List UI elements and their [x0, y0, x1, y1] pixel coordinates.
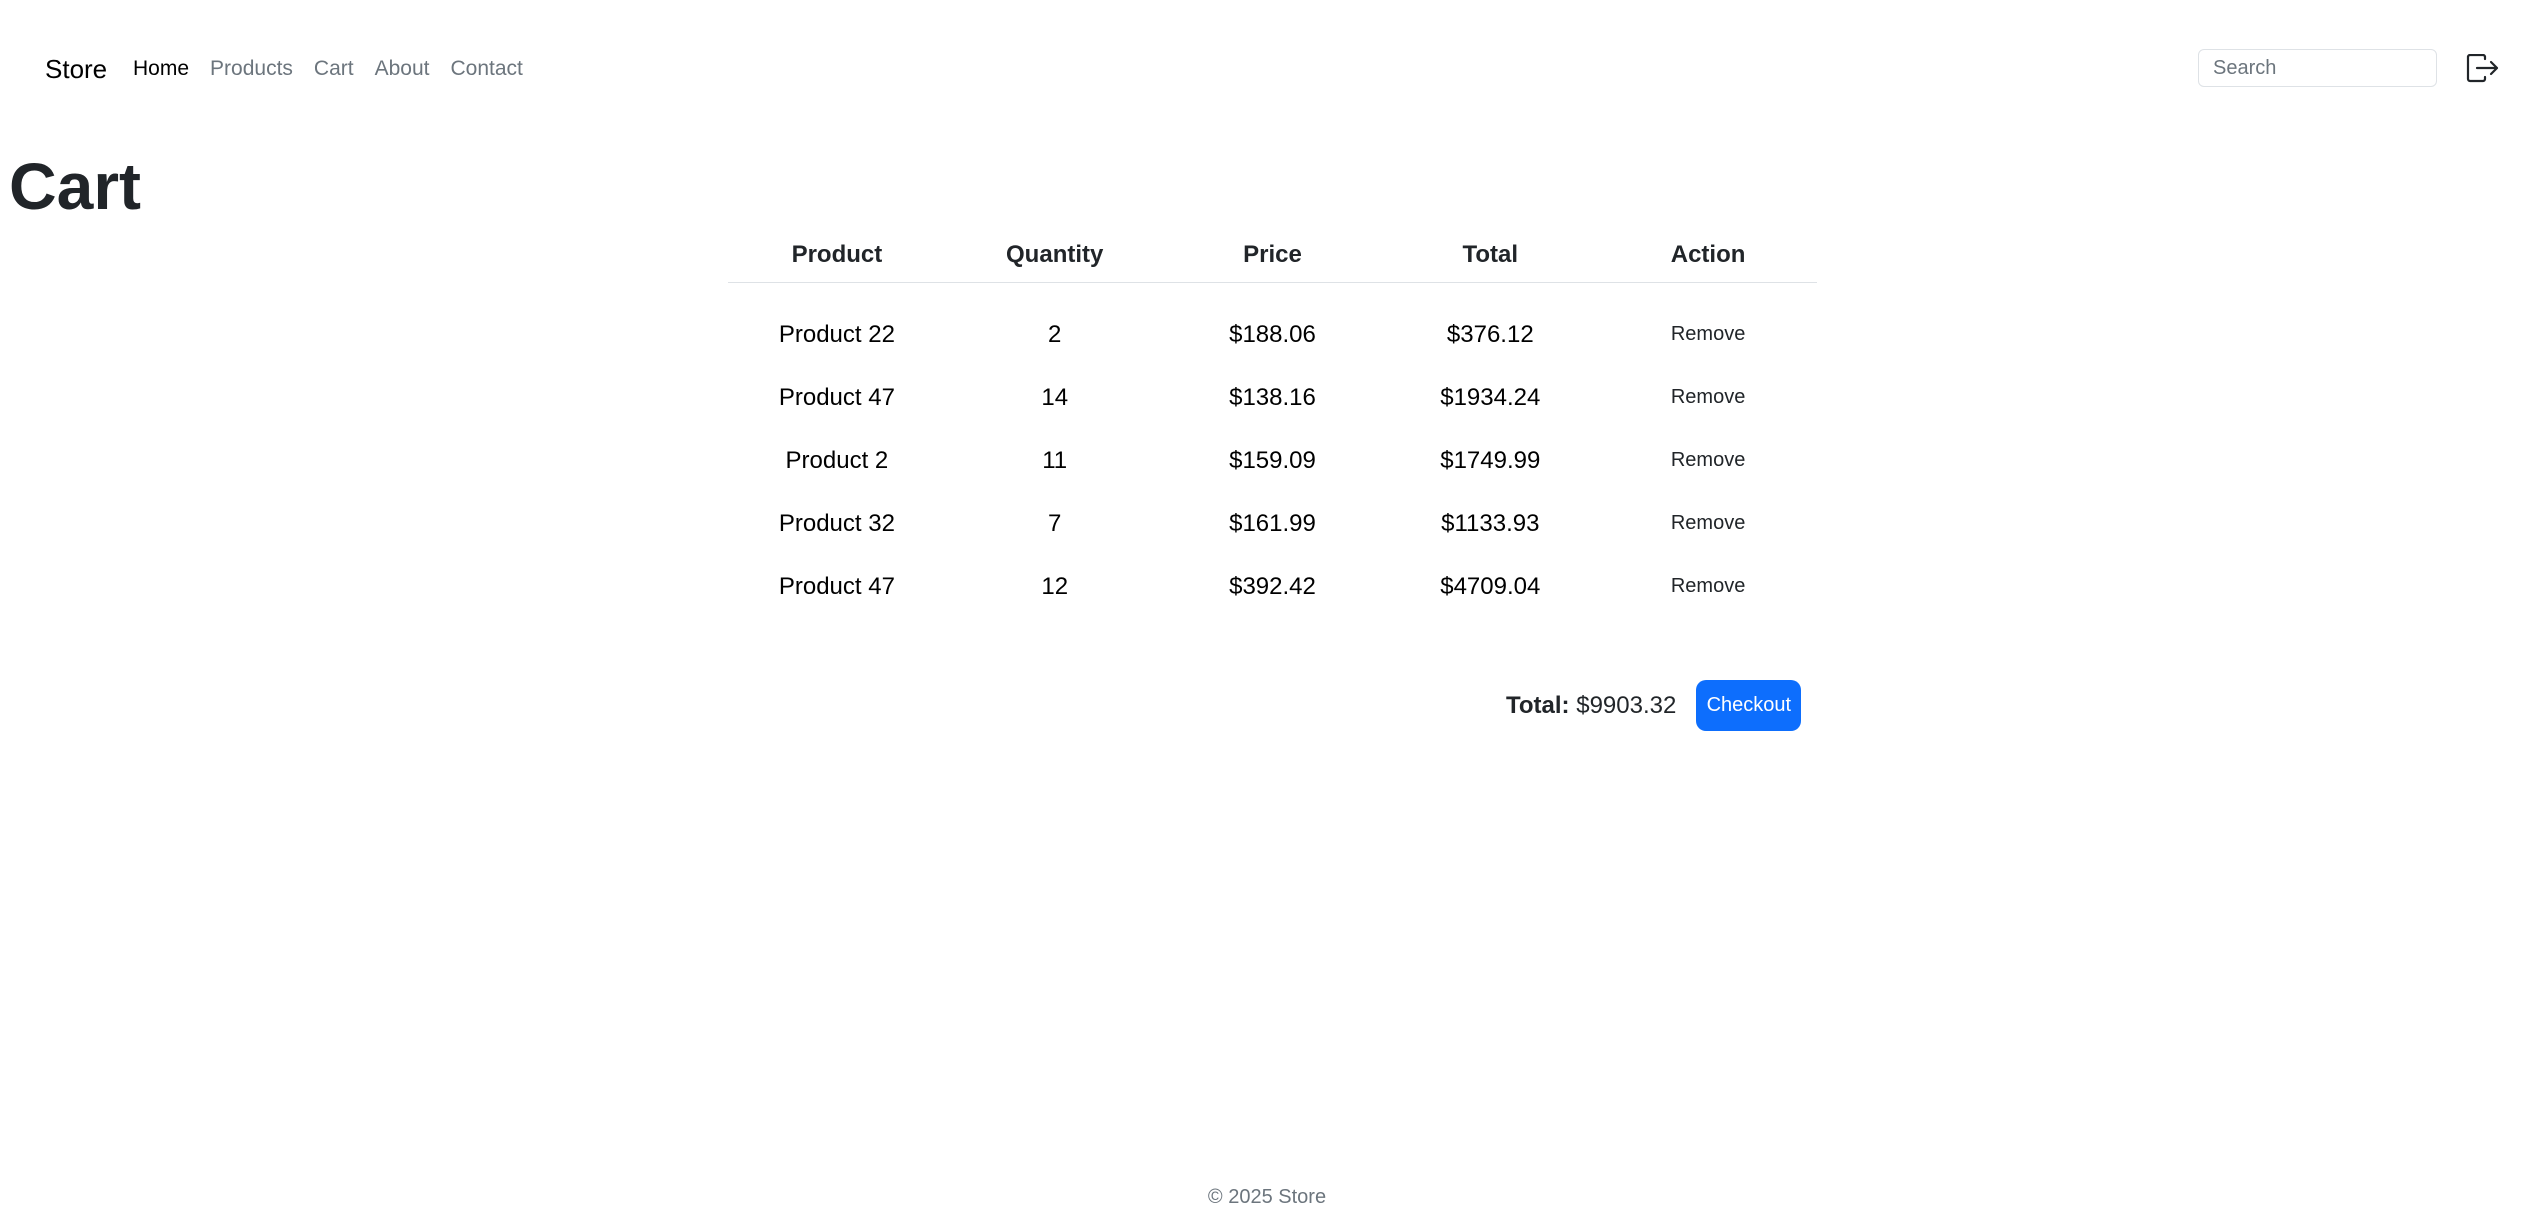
cell-product: Product 32: [778, 509, 895, 537]
nav-link-about[interactable]: About: [375, 56, 430, 82]
cell-action: Remove: [1599, 283, 1817, 367]
cell-quantity: 7: [1048, 509, 1062, 537]
search-input[interactable]: [2198, 49, 2437, 87]
nav-link-home[interactable]: Home: [133, 56, 189, 82]
cart-total: Total: $9903.32: [1506, 692, 1676, 720]
cell-total: $4709.04: [1440, 572, 1541, 600]
header-total: Total: [1381, 228, 1600, 283]
cell-action: Remove: [1599, 555, 1817, 618]
remove-button[interactable]: Remove: [1663, 382, 1753, 413]
table-row: Product 2 11 $159.09 $1749.99 Remove: [728, 429, 1817, 492]
cell-action: Remove: [1599, 492, 1817, 555]
nav-link-cart[interactable]: Cart: [314, 56, 354, 82]
table-row: Product 22 2 $188.06 $376.12 Remove: [728, 283, 1817, 367]
footer: © 2025 Store: [0, 1186, 2534, 1209]
cell-total: $1934.24: [1440, 383, 1541, 411]
total-value: $9903.32: [1576, 691, 1677, 719]
header-quantity: Quantity: [945, 228, 1164, 283]
page: Store Home Products Cart About Contact C…: [0, 0, 2534, 1224]
cell-product: Product 47: [778, 383, 895, 411]
header-price: Price: [1163, 228, 1382, 283]
cell-total: $1749.99: [1440, 446, 1541, 474]
table-header-row: Product Quantity Price Total Action: [728, 228, 1817, 283]
cell-product: Product 2: [785, 446, 889, 474]
table-row: Product 47 12 $392.42 $4709.04 Remove: [728, 555, 1817, 618]
footer-copyright: © 2025 Store: [1207, 1186, 1327, 1208]
cell-product: Product 22: [778, 320, 895, 348]
total-label: Total:: [1506, 691, 1570, 719]
cell-total: $1133.93: [1441, 509, 1540, 537]
cart-table: Product Quantity Price Total Action Prod…: [728, 228, 1817, 618]
brand-link[interactable]: Store: [45, 53, 107, 85]
remove-button[interactable]: Remove: [1663, 445, 1753, 476]
navbar: Store Home Products Cart About Contact: [0, 0, 2534, 138]
nav-link-contact[interactable]: Contact: [450, 56, 522, 82]
cell-quantity: 11: [1042, 446, 1068, 474]
header-product: Product: [728, 228, 946, 283]
cart-summary: Total: $9903.32 Checkout: [1506, 680, 1802, 731]
table-row: Product 47 14 $138.16 $1934.24 Remove: [728, 366, 1817, 429]
cell-price: $161.99: [1229, 509, 1316, 537]
logout-icon: [2466, 53, 2499, 83]
cell-price: $392.42: [1229, 572, 1316, 600]
cell-price: $188.06: [1229, 320, 1316, 348]
cell-price: $138.16: [1229, 383, 1316, 411]
cell-quantity: 14: [1041, 383, 1069, 411]
cell-quantity: 12: [1041, 572, 1069, 600]
table-row: Product 32 7 $161.99 $1133.93 Remove: [728, 492, 1817, 555]
logout-button[interactable]: [2466, 53, 2502, 86]
remove-button[interactable]: Remove: [1663, 571, 1753, 602]
cell-quantity: 2: [1048, 320, 1062, 348]
page-title: Cart: [9, 149, 142, 223]
header-action: Action: [1599, 228, 1817, 283]
cell-price: $159.09: [1229, 446, 1316, 474]
cell-product: Product 47: [778, 572, 895, 600]
remove-button[interactable]: Remove: [1663, 319, 1753, 350]
cell-action: Remove: [1599, 429, 1817, 492]
checkout-button[interactable]: Checkout: [1696, 680, 1802, 731]
cell-total: $376.12: [1446, 320, 1534, 348]
cell-action: Remove: [1599, 366, 1817, 429]
nav-link-products[interactable]: Products: [210, 56, 293, 82]
remove-button[interactable]: Remove: [1663, 508, 1753, 539]
nav-links: Home Products Cart About Contact: [133, 56, 523, 82]
